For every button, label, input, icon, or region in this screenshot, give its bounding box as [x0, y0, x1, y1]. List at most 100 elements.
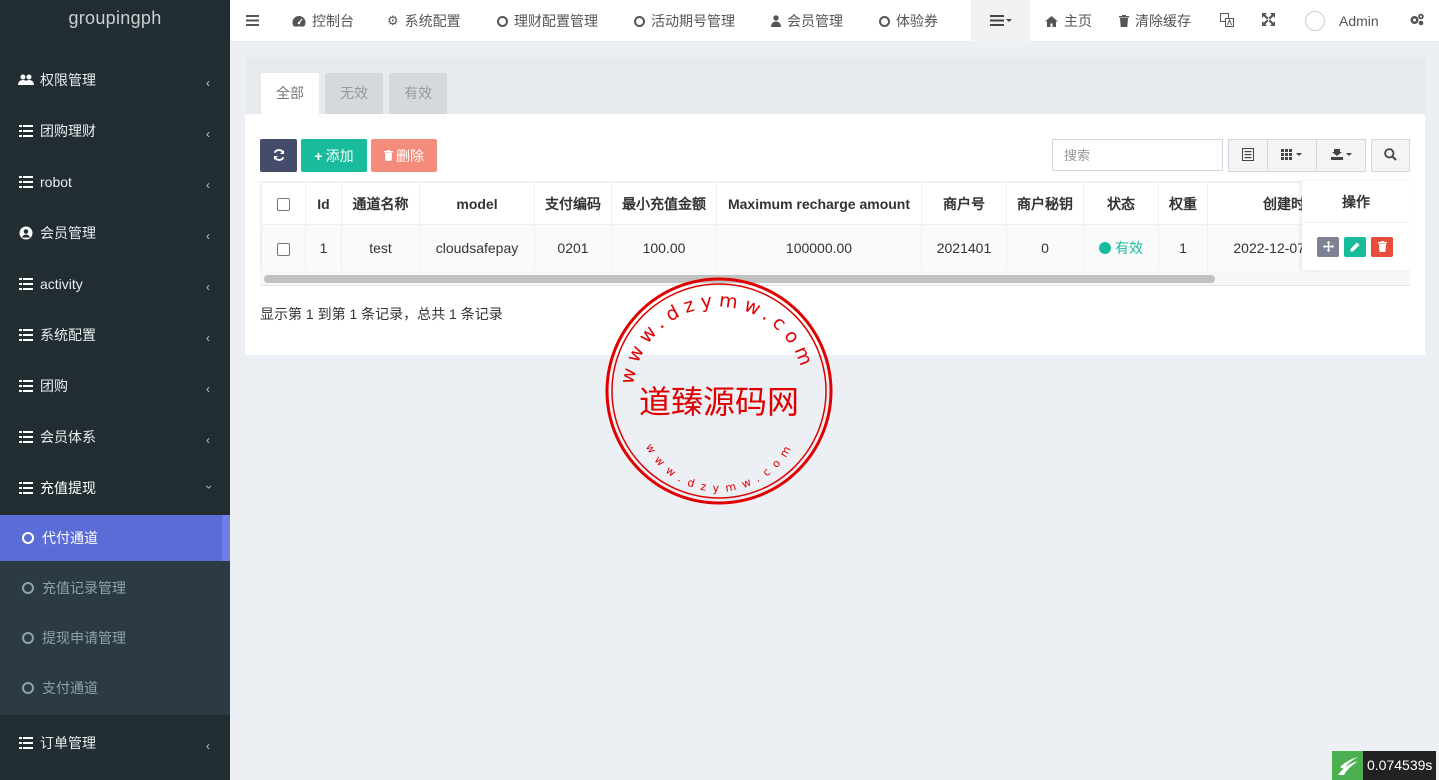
sidebar-item-member-system[interactable]: 会员体系 ‹ [0, 411, 230, 462]
add-button[interactable]: + 添加 [301, 139, 367, 172]
row-checkbox[interactable] [277, 242, 290, 256]
drag-sort-button[interactable] [1317, 236, 1339, 257]
nav-home[interactable]: 主页 [1045, 0, 1092, 42]
sidebar-subitem-payout-channel[interactable]: 代付通道 [0, 515, 230, 561]
circle-icon [22, 532, 34, 544]
translate-icon [1220, 12, 1234, 30]
sidebar-subitem-label: 充值记录管理 [42, 580, 126, 596]
chevron-left-icon: ‹ [206, 127, 210, 141]
clear-cache-button[interactable]: 清除缓存 [1119, 0, 1191, 42]
nav-coupon[interactable]: 体验券 [879, 0, 938, 42]
sidebar-toggle-button[interactable] [246, 0, 259, 42]
move-icon [1322, 239, 1334, 255]
edit-button[interactable] [1344, 236, 1366, 257]
chevron-left-icon: ‹ [206, 433, 210, 447]
sidebar-item-activity[interactable]: activity ‹ [0, 258, 230, 309]
col-header-merchant-no[interactable]: 商户号 [921, 182, 1007, 225]
timer-value: 0.074539s [1363, 751, 1437, 780]
user-menu[interactable]: Admin [1305, 0, 1379, 42]
chevron-left-icon: ‹ [206, 229, 210, 243]
fullscreen-button[interactable] [1262, 0, 1275, 42]
nav-dashboard[interactable]: 控制台 [292, 0, 354, 42]
col-header-merchant-secret[interactable]: 商户秘钥 [1006, 182, 1084, 225]
expand-icon [1262, 13, 1275, 29]
tab-valid[interactable]: 有效 [389, 73, 447, 114]
col-header-max-amount[interactable]: Maximum recharge amount [716, 182, 922, 225]
list-icon [18, 379, 34, 393]
more-menu-dropdown[interactable] [971, 0, 1030, 42]
sidebar-item-label: robot [40, 173, 72, 190]
row-delete-button[interactable] [1371, 236, 1393, 257]
dashboard-icon [292, 15, 306, 27]
delete-button[interactable]: 删除 [371, 139, 437, 172]
sidebar-item-label: 会员管理 [40, 224, 96, 241]
col-header-model[interactable]: model [419, 182, 535, 225]
select-all-checkbox[interactable] [277, 198, 290, 212]
sidebar-subitem-withdraw-requests[interactable]: 提现申请管理 [0, 615, 230, 661]
sidebar-item-group-buy[interactable]: 团购 ‹ [0, 360, 230, 411]
sidebar-item-label: 团购 [40, 377, 68, 394]
advanced-search-button[interactable] [1371, 139, 1410, 172]
circle-icon [22, 682, 34, 694]
col-header-min-amount[interactable]: 最小充值金额 [611, 182, 717, 225]
nav-system-config[interactable]: ⚙ 系统配置 [387, 0, 461, 42]
export-icon [1329, 148, 1353, 163]
tab-all[interactable]: 全部 [261, 73, 319, 114]
sidebar-item-permissions[interactable]: 权限管理 ‹ [0, 54, 230, 105]
nav-label: 控制台 [312, 13, 354, 29]
col-header-pay-code[interactable]: 支付编码 [534, 182, 612, 225]
col-header-id[interactable]: Id [305, 182, 342, 225]
col-header-weight[interactable]: 权重 [1158, 182, 1208, 225]
add-label: 添加 [325, 147, 354, 164]
pencil-icon [1350, 239, 1360, 255]
col-header-created[interactable]: 创建时 [1207, 182, 1318, 225]
sidebar-item-orders[interactable]: 订单管理 ‹ [0, 717, 230, 768]
col-header-name[interactable]: 通道名称 [341, 182, 420, 225]
sidebar-item-robot[interactable]: robot ‹ [0, 156, 230, 207]
list-icon [18, 124, 34, 138]
nav-activity-period[interactable]: 活动期号管理 [634, 0, 735, 42]
delete-label: 删除 [396, 147, 424, 164]
chevron-left-icon: ‹ [206, 331, 210, 345]
nav-members[interactable]: 会员管理 [771, 0, 843, 42]
debug-timer[interactable]: 0.074539s [1332, 751, 1437, 780]
tab-invalid[interactable]: 无效 [325, 73, 383, 114]
cell-model: cloudsafepay [419, 224, 535, 272]
cell-min-amount: 100.00 [611, 224, 717, 272]
chevron-left-icon: ‹ [206, 382, 210, 396]
settings-button[interactable] [1409, 0, 1425, 42]
watermark-stamp: www.dzymw.com 道臻源码网 www.dzymw.com [603, 275, 835, 507]
translate-button[interactable] [1220, 0, 1234, 42]
refresh-button[interactable] [260, 139, 297, 172]
sidebar-subitem-label: 提现申请管理 [42, 630, 126, 646]
user-circle-icon [18, 226, 34, 240]
sidebar-item-members[interactable]: 会员管理 ‹ [0, 207, 230, 258]
toggle-view-button[interactable] [1228, 139, 1268, 172]
cell-pay-code: 0201 [534, 224, 612, 272]
sidebar-subitem-recharge-records[interactable]: 充值记录管理 [0, 565, 230, 611]
nav-finance-config[interactable]: 理财配置管理 [497, 0, 598, 42]
submenu: 代付通道 充值记录管理 提现申请管理 支付通道 [0, 515, 230, 715]
gear-icon: ⚙ [387, 13, 399, 28]
list-icon [18, 175, 34, 189]
brand-logo[interactable]: groupingph [0, 0, 230, 42]
chevron-left-icon: ‹ [206, 739, 210, 753]
columns-button[interactable] [1267, 139, 1317, 172]
sidebar-item-system-config[interactable]: 系统配置 ‹ [0, 309, 230, 360]
col-header-status[interactable]: 状态 [1083, 182, 1159, 225]
list-icon [18, 736, 34, 750]
export-button[interactable] [1316, 139, 1366, 172]
search-input[interactable] [1052, 139, 1223, 171]
cell-status[interactable]: 有效 [1083, 224, 1159, 272]
gears-icon [1409, 13, 1425, 29]
table-row[interactable]: 1 test cloudsafepay 0201 100.00 100000.0… [261, 224, 1318, 272]
sidebar-item-group-finance[interactable]: 团购理财 ‹ [0, 105, 230, 156]
sidebar: groupingph 权限管理 ‹ 团购理财 ‹ robot ‹ 会员管理 ‹ … [0, 0, 230, 780]
sidebar-subitem-payment-channel[interactable]: 支付通道 [0, 665, 230, 711]
cell-merchant-secret: 0 [1006, 224, 1084, 272]
sidebar-item-recharge-withdraw[interactable]: 充值提现 ‹ [0, 462, 230, 513]
row-actions [1302, 223, 1410, 270]
chevron-left-icon: ‹ [206, 280, 210, 294]
sidebar-item-label: 团购理财 [40, 122, 96, 139]
list-icon [18, 481, 34, 495]
